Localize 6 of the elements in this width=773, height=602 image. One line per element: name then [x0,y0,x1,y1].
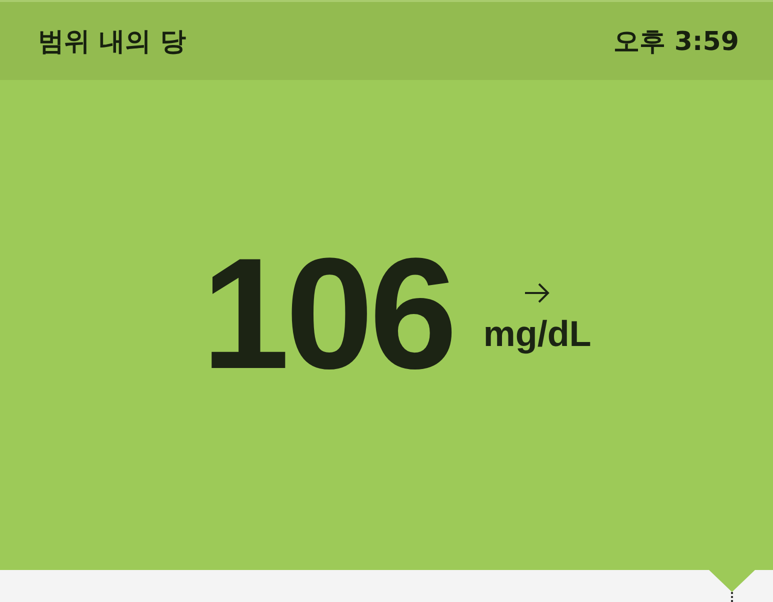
range-status: 범위 내의 당 [38,26,186,58]
arrow-right-icon [524,283,550,303]
glucose-value: 106 [202,235,454,393]
dotted-marker-icon [731,592,733,602]
time-label: 오후 3:59 [613,26,739,58]
unit-label: mg/dL [483,313,592,355]
